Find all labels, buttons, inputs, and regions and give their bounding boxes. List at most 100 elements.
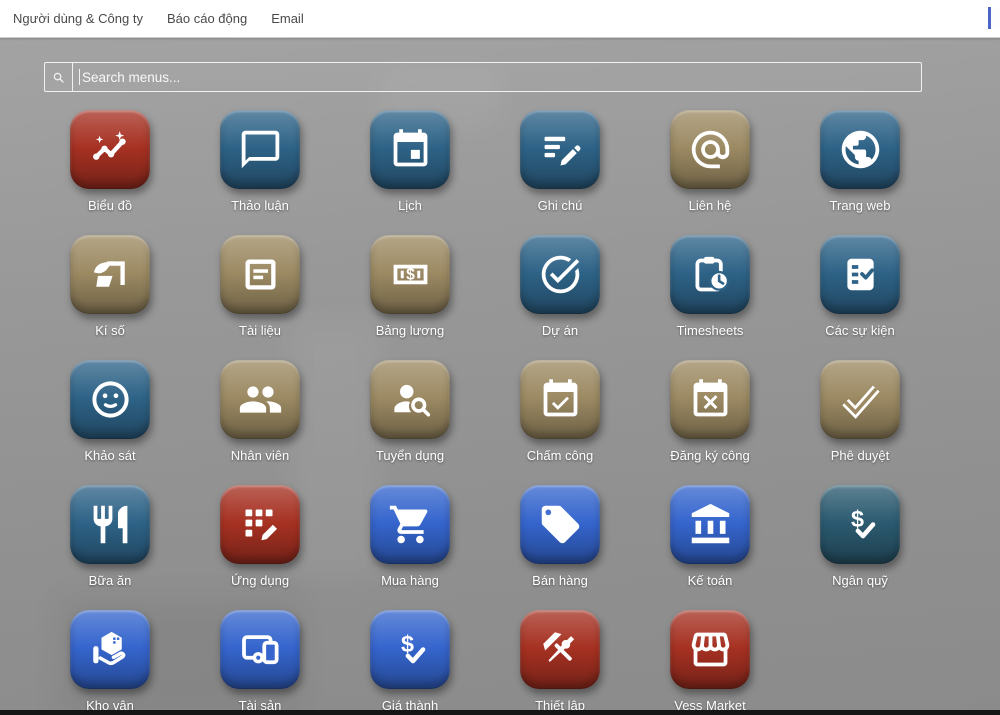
app-tile-mua-hang[interactable] — [370, 485, 450, 564]
calendar-icon — [388, 127, 433, 172]
app-cell: Biểu đồ — [35, 110, 185, 235]
app-tile-khao-sat[interactable] — [70, 360, 150, 439]
app-cell: Timesheets — [635, 235, 785, 360]
app-label: Timesheets — [677, 323, 744, 338]
app-cell: $Bảng lương — [335, 235, 485, 360]
svg-text:$: $ — [406, 267, 415, 284]
app-launcher-screen: Người dùng & Công ty Báo cáo động Email … — [0, 0, 1000, 715]
app-cell: Kế toán — [635, 485, 785, 610]
search-icon — [45, 63, 73, 91]
app-cell: Các sự kiện — [785, 235, 935, 360]
app-label: Ngân quỹ — [832, 573, 888, 588]
svg-text:$: $ — [400, 631, 413, 657]
bank-icon — [688, 502, 733, 547]
app-tile-ngan-quy[interactable]: $ — [820, 485, 900, 564]
app-tile-bieu-do[interactable] — [70, 110, 150, 189]
menu-users-companies[interactable]: Người dùng & Công ty — [13, 11, 143, 26]
app-tile-ke-toan[interactable] — [670, 485, 750, 564]
menu-email[interactable]: Email — [271, 11, 304, 26]
app-tile-trang-web[interactable] — [820, 110, 900, 189]
calendar-check-icon — [538, 377, 583, 422]
app-tile-ung-dung[interactable] — [220, 485, 300, 564]
smiley-icon — [88, 377, 133, 422]
app-label: Kế toán — [688, 573, 733, 588]
app-label: Các sự kiện — [825, 323, 894, 338]
tools-icon — [538, 627, 583, 672]
app-label: Ứng dụng — [231, 573, 289, 588]
app-tile-bua-an[interactable] — [70, 485, 150, 564]
list-check-icon — [838, 252, 883, 297]
money-bill-icon: $ — [388, 252, 433, 297]
app-tile-dang-ky-cong[interactable] — [670, 360, 750, 439]
app-cell: Kí số — [35, 235, 185, 360]
dollar-check-icon: $ — [838, 502, 883, 547]
text-cursor-fragment — [988, 7, 1000, 29]
app-cell: Thiết lập — [485, 610, 635, 715]
app-tile-tai-san[interactable] — [220, 610, 300, 689]
app-cell: Nhân viên — [185, 360, 335, 485]
app-label: Khảo sát — [84, 448, 135, 463]
app-label: Trang web — [830, 198, 891, 213]
app-cell: Tài liệu — [185, 235, 335, 360]
app-tile-thao-luan[interactable] — [220, 110, 300, 189]
app-tile-timesheets[interactable] — [670, 235, 750, 314]
app-tile-cac-su-kien[interactable] — [820, 235, 900, 314]
globe-icon — [838, 127, 883, 172]
app-cell: Ứng dụng — [185, 485, 335, 610]
app-tile-nhan-vien[interactable] — [220, 360, 300, 439]
app-tile-vess-market[interactable] — [670, 610, 750, 689]
search-input[interactable] — [80, 70, 921, 85]
app-tile-bang-luong[interactable]: $ — [370, 235, 450, 314]
app-tile-lich[interactable] — [370, 110, 450, 189]
app-cell: Trang web — [785, 110, 935, 235]
app-cell: $ Ngân quỹ — [785, 485, 935, 610]
hand-package-icon — [88, 627, 133, 672]
app-tile-thiet-lap[interactable] — [520, 610, 600, 689]
dollar-check-icon: $ — [388, 627, 433, 672]
speech-bubble-icon — [238, 127, 283, 172]
cart-icon — [388, 502, 433, 547]
app-tile-ghi-chu[interactable] — [520, 110, 600, 189]
app-tile-du-an[interactable] — [520, 235, 600, 314]
app-tile-tai-lieu[interactable] — [220, 235, 300, 314]
app-label: Ghi chú — [538, 198, 583, 213]
app-label: Kí số — [95, 323, 125, 338]
app-cell: Tài sản — [185, 610, 335, 715]
app-label: Dự án — [542, 323, 578, 338]
top-menubar: Người dùng & Công ty Báo cáo động Email — [0, 0, 1000, 38]
menu-search-bar — [44, 62, 922, 92]
check-outline-icon — [838, 377, 883, 422]
app-cell: Mua hàng — [335, 485, 485, 610]
line-chart-icon — [88, 127, 133, 172]
app-tile-gia-thanh[interactable]: $ — [370, 610, 450, 689]
app-cell: Bán hàng — [485, 485, 635, 610]
check-circle-icon — [538, 252, 583, 297]
app-tile-phe-duyet[interactable] — [820, 360, 900, 439]
tag-icon — [538, 502, 583, 547]
app-label: Bán hàng — [532, 573, 588, 588]
people-icon — [238, 377, 283, 422]
app-label: Bữa ăn — [89, 573, 132, 588]
menu-dynamic-reports[interactable]: Báo cáo động — [167, 11, 247, 26]
app-label: Phê duyệt — [831, 448, 890, 463]
app-label: Lịch — [398, 198, 422, 213]
app-label: Thảo luận — [231, 198, 289, 213]
app-tile-lien-he[interactable] — [670, 110, 750, 189]
app-cell: Khảo sát — [35, 360, 185, 485]
app-label: Chấm công — [527, 448, 593, 463]
app-tile-ban-hang[interactable] — [520, 485, 600, 564]
app-tile-kho-van[interactable] — [70, 610, 150, 689]
app-cell: Phê duyệt — [785, 360, 935, 485]
app-tile-tuyen-dung[interactable] — [370, 360, 450, 439]
app-tile-ki-so[interactable] — [70, 235, 150, 314]
app-label: Tài liệu — [239, 323, 281, 338]
app-label: Nhân viên — [231, 448, 290, 463]
app-tile-cham-cong[interactable] — [520, 360, 600, 439]
storefront-icon — [688, 627, 733, 672]
app-label: Tuyển dụng — [376, 448, 444, 463]
app-label: Mua hàng — [381, 573, 439, 588]
devices-icon — [238, 627, 283, 672]
app-cell: $Giá thành — [335, 610, 485, 715]
apps-edit-icon — [238, 502, 283, 547]
signature-icon — [88, 252, 133, 297]
